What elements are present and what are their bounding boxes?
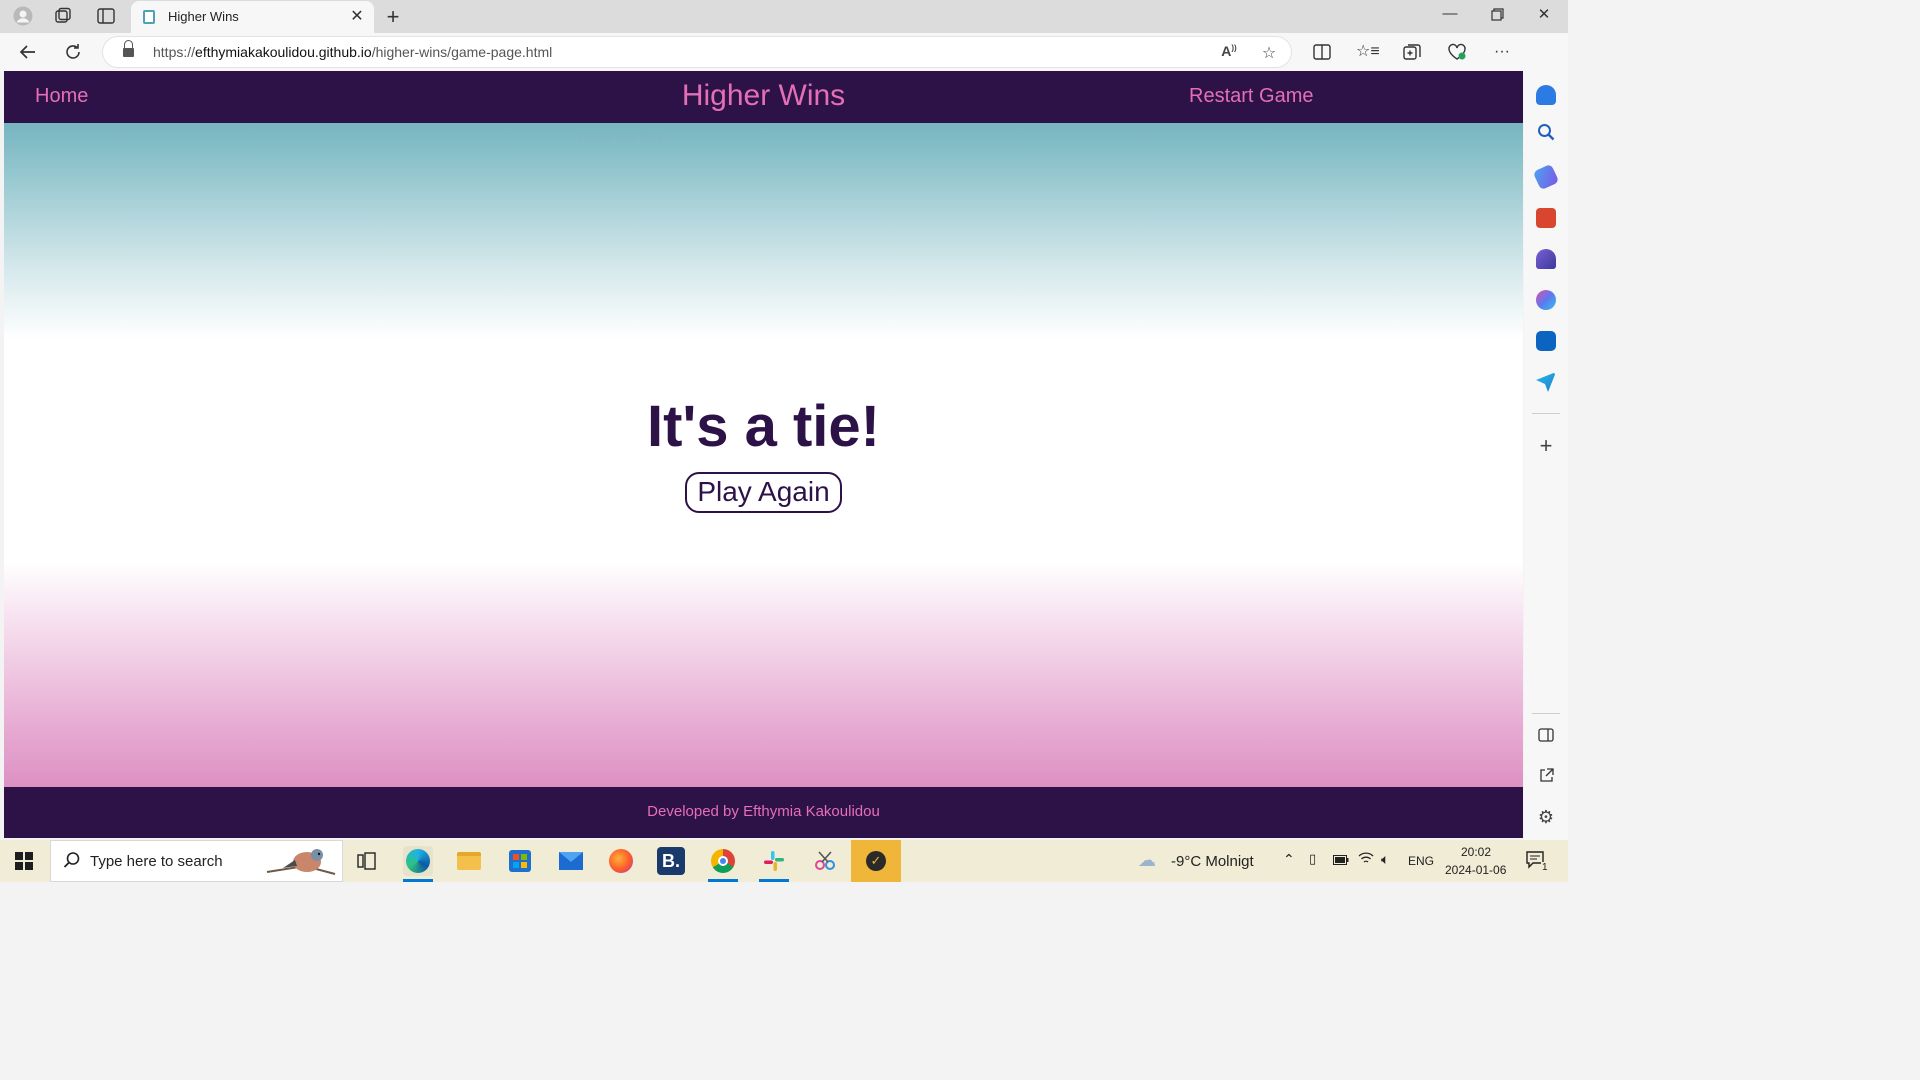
browser-essentials-icon[interactable] [1446, 41, 1468, 63]
taskbar-search-box[interactable]: Type here to search [50, 840, 343, 882]
windows-taskbar: Type here to search B. ✓ ☁ -9°C Molnigt … [0, 840, 1568, 882]
clock-time[interactable]: 20:02 [1461, 845, 1491, 859]
chrome-icon[interactable] [708, 846, 738, 876]
search-sidebar-icon[interactable] [1534, 123, 1558, 146]
add-sidebar-app-icon[interactable]: + [1534, 433, 1558, 459]
web-page: Home Higher Wins Restart Game Hands and … [4, 71, 1523, 838]
weather-text[interactable]: -9°C Molnigt [1171, 853, 1254, 870]
sidebar-divider [1532, 413, 1560, 414]
todo-app-icon[interactable]: ✓ [851, 840, 901, 882]
chrome-active-indicator [708, 879, 738, 882]
favorite-star-icon[interactable]: ☆ [1259, 43, 1279, 63]
volume-icon[interactable]: 🔈︎ [1381, 851, 1389, 868]
browser-tab-active[interactable]: Higher Wins ✕ [131, 1, 374, 33]
new-tab-icon[interactable]: + [383, 4, 403, 30]
restore-icon[interactable] [1485, 5, 1509, 25]
sidebar-divider [1532, 713, 1560, 714]
wifi-icon[interactable] [1358, 851, 1374, 868]
tab-close-icon[interactable]: ✕ [348, 6, 366, 26]
footer-credit: Developed by Efthymia Kakoulidou [647, 803, 880, 820]
slack-active-indicator [759, 879, 789, 882]
clock-date[interactable]: 2024-01-06 [1445, 863, 1506, 877]
edge-active-indicator [403, 879, 433, 882]
split-screen-icon[interactable] [1311, 41, 1333, 63]
url-prefix: https:// [153, 44, 196, 60]
outlook-icon[interactable] [1536, 331, 1556, 351]
open-external-icon[interactable] [1534, 767, 1558, 788]
weather-cloud-icon[interactable]: ☁ [1138, 850, 1156, 871]
hide-sidebar-icon[interactable] [1534, 726, 1558, 747]
device-icon[interactable]: ▯ [1309, 851, 1316, 867]
tab-title: Higher Wins [168, 9, 239, 24]
language-indicator[interactable]: ENG [1408, 854, 1434, 868]
lock-icon[interactable] [123, 40, 134, 58]
url-path: /higher-wins/game-page.html [371, 44, 553, 60]
search-placeholder: Type here to search [90, 853, 223, 870]
microsoft-store-icon[interactable] [505, 846, 535, 876]
search-icon [63, 851, 81, 874]
tray-expand-chevron-icon[interactable]: ⌃ [1283, 851, 1295, 868]
close-window-icon[interactable]: ✕ [1532, 5, 1556, 23]
more-options-icon[interactable]: ··· [1491, 41, 1513, 63]
browser-toolbar: https://efthymiakakoulidou.github.io/hig… [0, 33, 1568, 97]
read-aloud-icon[interactable]: A)) [1219, 43, 1239, 59]
slack-icon[interactable] [759, 846, 789, 876]
site-header: Home Higher Wins Restart Game [4, 71, 1523, 123]
windows-start-icon[interactable] [15, 852, 33, 870]
minimize-icon[interactable]: — [1438, 5, 1462, 22]
address-bar[interactable]: https://efthymiakakoulidou.github.io/hig… [102, 36, 1292, 68]
sidebar-settings-gear-icon[interactable]: ⚙ [1534, 807, 1558, 828]
firefox-icon[interactable] [606, 846, 636, 876]
games-chess-icon[interactable] [1536, 249, 1556, 269]
profile-icon[interactable] [12, 6, 34, 26]
drop-send-icon[interactable] [1536, 372, 1556, 392]
snipping-tool-icon[interactable] [810, 846, 840, 876]
edge-taskbar-icon[interactable] [403, 846, 433, 876]
microsoft-365-icon[interactable] [1536, 290, 1556, 310]
back-arrow-icon[interactable] [17, 41, 39, 63]
tab-actions-icon[interactable] [95, 6, 117, 26]
action-center-badge: 1 [1541, 862, 1549, 873]
file-explorer-icon[interactable] [454, 846, 484, 876]
url-text[interactable]: https://efthymiakakoulidou.github.io/hig… [153, 44, 552, 60]
edge-sidebar: + ⚙ [1524, 71, 1568, 840]
workspaces-icon[interactable] [52, 6, 74, 26]
browser-title-bar: Higher Wins ✕ + — ✕ [0, 0, 1568, 33]
booking-b-icon[interactable]: B. [657, 847, 685, 875]
restart-game-link[interactable]: Restart Game [1189, 85, 1313, 108]
play-again-button[interactable]: Play Again [685, 472, 842, 513]
collections-icon[interactable] [1401, 41, 1423, 63]
tools-briefcase-icon[interactable] [1536, 208, 1556, 228]
page-favicon-icon [143, 10, 155, 24]
shopping-tag-icon[interactable] [1532, 163, 1560, 191]
site-footer: Developed by Efthymia Kakoulidou [4, 787, 1523, 838]
search-highlight-bird-icon [266, 849, 336, 875]
favorites-icon[interactable]: ☆≡ [1356, 41, 1380, 63]
notifications-bell-icon[interactable] [1536, 85, 1556, 105]
url-host: efthymiakakoulidou.github.io [195, 44, 372, 60]
game-result-heading: It's a tie! [647, 394, 880, 459]
refresh-icon[interactable] [62, 41, 84, 63]
mail-icon[interactable] [556, 846, 586, 876]
task-view-icon[interactable] [352, 846, 382, 876]
faint-background-text: Hands and Dice [578, 131, 664, 145]
battery-icon[interactable] [1333, 852, 1349, 868]
